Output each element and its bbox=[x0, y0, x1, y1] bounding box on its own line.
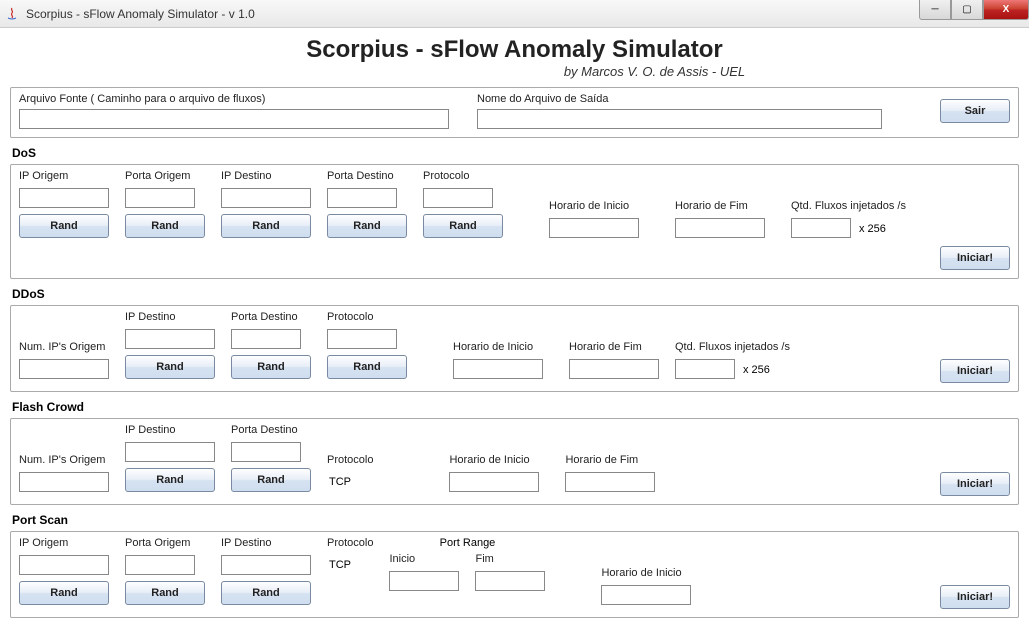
flash-porta-destino-input[interactable] bbox=[231, 442, 301, 462]
ddos-start-button[interactable]: Iniciar! bbox=[940, 359, 1010, 383]
portscan-title: Port Scan bbox=[10, 513, 1019, 527]
ps-h-inicio-label: Horario de Inicio bbox=[601, 567, 691, 579]
ddos-num-ips-label: Num. IP's Origem bbox=[19, 341, 109, 353]
ps-fim-input[interactable] bbox=[475, 571, 545, 591]
ps-fim-label: Fim bbox=[475, 553, 545, 565]
dos-porta-origem-input[interactable] bbox=[125, 188, 195, 208]
ddos-porta-destino-input[interactable] bbox=[231, 329, 301, 349]
exit-button[interactable]: Sair bbox=[940, 99, 1010, 123]
dos-ip-origem-rand-button[interactable]: Rand bbox=[19, 214, 109, 238]
window-titlebar: Scorpius - sFlow Anomaly Simulator - v 1… bbox=[0, 0, 1029, 28]
ps-porta-origem-rand-button[interactable]: Rand bbox=[125, 581, 205, 605]
ddos-protocolo-label: Protocolo bbox=[327, 311, 407, 323]
ps-protocolo-value: TCP bbox=[327, 555, 373, 575]
flash-title: Flash Crowd bbox=[10, 400, 1019, 414]
flash-num-ips-label: Num. IP's Origem bbox=[19, 454, 109, 466]
flash-panel: Num. IP's Origem IP Destino Rand Porta D… bbox=[10, 418, 1019, 505]
dos-ip-destino-rand-button[interactable]: Rand bbox=[221, 214, 311, 238]
flash-ip-destino-input[interactable] bbox=[125, 442, 215, 462]
ddos-title: DDoS bbox=[10, 287, 1019, 301]
portscan-start-button[interactable]: Iniciar! bbox=[940, 585, 1010, 609]
dos-qtd-label: Qtd. Fluxos injetados /s bbox=[791, 200, 906, 212]
ps-ip-origem-input[interactable] bbox=[19, 555, 109, 575]
dos-porta-destino-rand-button[interactable]: Rand bbox=[327, 214, 407, 238]
dos-porta-origem-label: Porta Origem bbox=[125, 170, 205, 182]
ps-ip-origem-rand-button[interactable]: Rand bbox=[19, 581, 109, 605]
flash-start-button[interactable]: Iniciar! bbox=[940, 472, 1010, 496]
ddos-protocolo-input[interactable] bbox=[327, 329, 397, 349]
app-subtitle: by Marcos V. O. de Assis - UEL bbox=[10, 64, 1019, 79]
ps-inicio-label: Inicio bbox=[389, 553, 459, 565]
dos-porta-origem-rand-button[interactable]: Rand bbox=[125, 214, 205, 238]
ddos-ip-destino-label: IP Destino bbox=[125, 311, 215, 323]
ddos-h-inicio-label: Horario de Inicio bbox=[453, 341, 543, 353]
ddos-ip-destino-rand-button[interactable]: Rand bbox=[125, 355, 215, 379]
dos-ip-origem-input[interactable] bbox=[19, 188, 109, 208]
ps-ip-destino-rand-button[interactable]: Rand bbox=[221, 581, 311, 605]
app-title: Scorpius - sFlow Anomaly Simulator bbox=[10, 36, 1019, 64]
ps-protocolo-label: Protocolo bbox=[327, 537, 373, 549]
close-button[interactable]: X bbox=[983, 0, 1029, 20]
flash-protocolo-label: Protocolo bbox=[327, 454, 373, 466]
output-file-input[interactable] bbox=[477, 109, 882, 129]
ddos-porta-destino-label: Porta Destino bbox=[231, 311, 311, 323]
source-file-label: Arquivo Fonte ( Caminho para o arquivo d… bbox=[19, 93, 449, 105]
output-file-label: Nome do Arquivo de Saída bbox=[477, 93, 882, 105]
ps-ip-destino-label: IP Destino bbox=[221, 537, 311, 549]
ddos-ip-destino-input[interactable] bbox=[125, 329, 215, 349]
dos-protocolo-label: Protocolo bbox=[423, 170, 503, 182]
ps-h-inicio-input[interactable] bbox=[601, 585, 691, 605]
dos-panel: IP Origem Rand Porta Origem Rand IP Dest… bbox=[10, 164, 1019, 279]
ddos-h-fim-label: Horario de Fim bbox=[569, 341, 659, 353]
app-header: Scorpius - sFlow Anomaly Simulator by Ma… bbox=[10, 32, 1019, 81]
ddos-h-inicio-input[interactable] bbox=[453, 359, 543, 379]
portscan-panel: IP Origem Rand Porta Origem Rand IP Dest… bbox=[10, 531, 1019, 618]
dos-protocolo-input[interactable] bbox=[423, 188, 493, 208]
dos-ip-destino-input[interactable] bbox=[221, 188, 311, 208]
ps-port-range-label: Port Range bbox=[389, 537, 545, 553]
dos-h-inicio-label: Horario de Inicio bbox=[549, 200, 639, 212]
ddos-qtd-input[interactable] bbox=[675, 359, 735, 379]
ddos-porta-destino-rand-button[interactable]: Rand bbox=[231, 355, 311, 379]
flash-num-ips-input[interactable] bbox=[19, 472, 109, 492]
java-icon bbox=[4, 6, 20, 22]
flash-h-inicio-input[interactable] bbox=[449, 472, 539, 492]
dos-start-button[interactable]: Iniciar! bbox=[940, 246, 1010, 270]
file-panel: Arquivo Fonte ( Caminho para o arquivo d… bbox=[10, 87, 1019, 138]
dos-porta-destino-label: Porta Destino bbox=[327, 170, 407, 182]
dos-title: DoS bbox=[10, 146, 1019, 160]
ps-inicio-input[interactable] bbox=[389, 571, 459, 591]
minimize-button[interactable]: ─ bbox=[919, 0, 951, 20]
maximize-button[interactable]: ▢ bbox=[951, 0, 983, 20]
flash-protocolo-value: TCP bbox=[327, 472, 373, 492]
dos-h-fim-label: Horario de Fim bbox=[675, 200, 765, 212]
ddos-num-ips-input[interactable] bbox=[19, 359, 109, 379]
ddos-protocolo-rand-button[interactable]: Rand bbox=[327, 355, 407, 379]
flash-ip-destino-rand-button[interactable]: Rand bbox=[125, 468, 215, 492]
ddos-h-fim-input[interactable] bbox=[569, 359, 659, 379]
flash-h-fim-label: Horario de Fim bbox=[565, 454, 655, 466]
dos-h-fim-input[interactable] bbox=[675, 218, 765, 238]
dos-x256-label: x 256 bbox=[855, 223, 886, 238]
flash-h-inicio-label: Horario de Inicio bbox=[449, 454, 539, 466]
dos-ip-destino-label: IP Destino bbox=[221, 170, 311, 182]
dos-porta-destino-input[interactable] bbox=[327, 188, 397, 208]
ddos-x256-label: x 256 bbox=[739, 364, 770, 379]
flash-h-fim-input[interactable] bbox=[565, 472, 655, 492]
flash-ip-destino-label: IP Destino bbox=[125, 424, 215, 436]
dos-h-inicio-input[interactable] bbox=[549, 218, 639, 238]
ps-ip-origem-label: IP Origem bbox=[19, 537, 109, 549]
ps-porta-origem-label: Porta Origem bbox=[125, 537, 205, 549]
flash-porta-destino-rand-button[interactable]: Rand bbox=[231, 468, 311, 492]
dos-qtd-input[interactable] bbox=[791, 218, 851, 238]
ddos-panel: Num. IP's Origem IP Destino Rand Porta D… bbox=[10, 305, 1019, 392]
dos-ip-origem-label: IP Origem bbox=[19, 170, 109, 182]
window-title: Scorpius - sFlow Anomaly Simulator - v 1… bbox=[26, 7, 255, 21]
source-file-input[interactable] bbox=[19, 109, 449, 129]
flash-porta-destino-label: Porta Destino bbox=[231, 424, 311, 436]
ddos-qtd-label: Qtd. Fluxos injetados /s bbox=[675, 341, 790, 353]
ps-porta-origem-input[interactable] bbox=[125, 555, 195, 575]
dos-protocolo-rand-button[interactable]: Rand bbox=[423, 214, 503, 238]
ps-ip-destino-input[interactable] bbox=[221, 555, 311, 575]
